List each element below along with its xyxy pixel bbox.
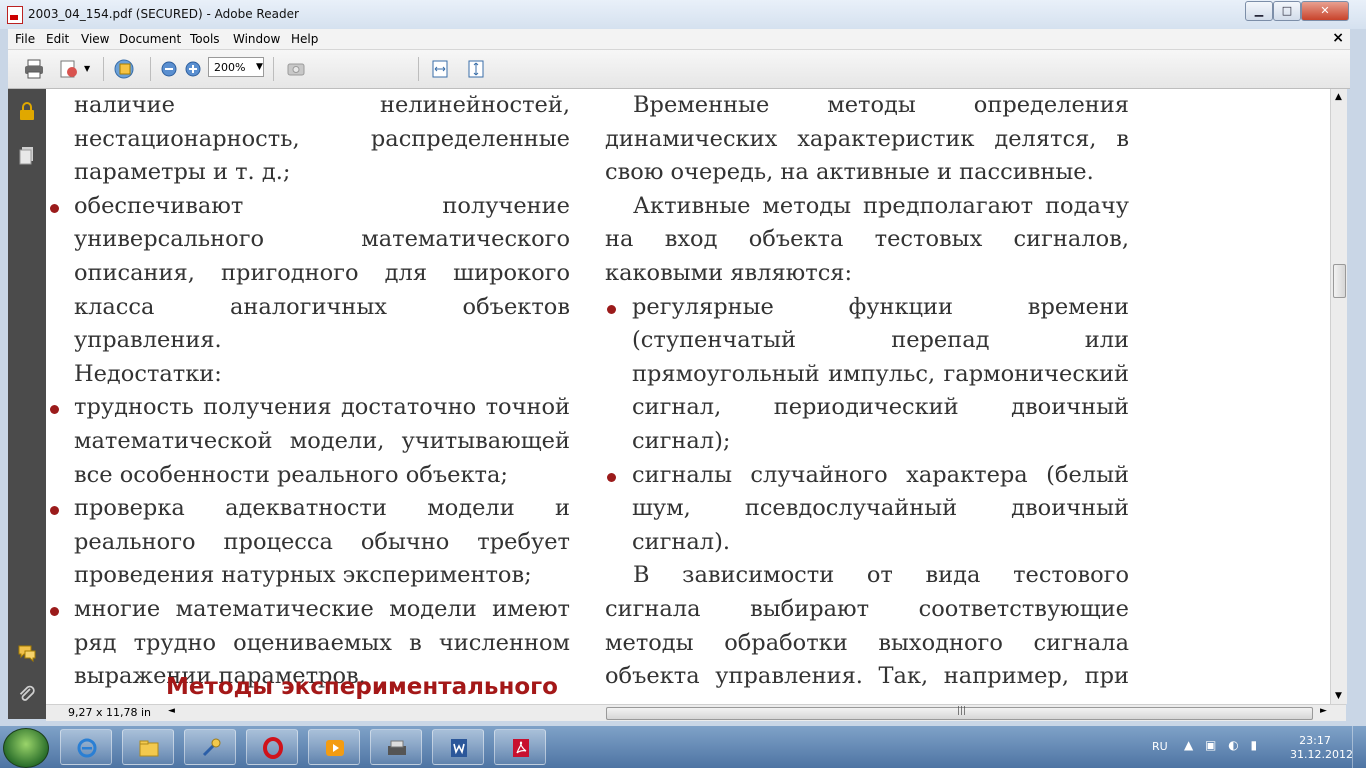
document-close-icon[interactable]: × [1332, 30, 1344, 46]
show-desktop-button[interactable] [1352, 726, 1366, 768]
taskbar-tools-app[interactable] [184, 729, 236, 765]
start-button[interactable] [3, 728, 49, 768]
clock-time: 23:17 [1299, 734, 1331, 747]
word-icon [451, 739, 467, 757]
page-size-label: 9,27 x 11,78 in [68, 706, 152, 719]
text-paragraph: Активные методы предполагают подачу на в… [605, 192, 1129, 286]
toolbar-separator [273, 57, 274, 81]
document-page[interactable]: наличие нелинейностей, нестационарность,… [46, 89, 1330, 704]
toolbar: ▼ 200% ▼ [8, 50, 1350, 89]
menu-view[interactable]: View [81, 32, 109, 46]
scroll-up-icon[interactable]: ▲ [1335, 92, 1342, 102]
menu-tools[interactable]: Tools [190, 32, 220, 46]
zoom-in-icon[interactable] [182, 58, 204, 80]
tools-icon [202, 738, 221, 757]
clock[interactable]: 23:17 31.12.2012 [1290, 734, 1353, 762]
text-paragraph: В зависимости от вида тестового сигнала … [605, 562, 1129, 704]
list-item: сигналы случайного характера (белый шум,… [605, 459, 1129, 560]
taskbar-opera[interactable] [246, 729, 298, 765]
clock-date: 31.12.2012 [1290, 748, 1353, 761]
status-bar: 9,27 x 11,78 in ◄ ||| ► [46, 704, 1346, 721]
comments-icon[interactable] [17, 643, 37, 663]
menu-file[interactable]: File [15, 32, 35, 46]
taskbar-word[interactable] [432, 729, 484, 765]
title-bar: 2003_04_154.pdf (SECURED) - Adobe Reader… [0, 0, 1366, 29]
menu-edit[interactable]: Edit [46, 32, 69, 46]
taskbar: RU ▲ ▣ ◐ ▮ 23:17 31.12.2012 [0, 726, 1366, 768]
print-icon[interactable] [23, 58, 45, 80]
text-paragraph: наличие нелинейностей, нестационарность,… [74, 92, 570, 186]
zoom-out-icon[interactable] [158, 58, 180, 80]
grip-icon: ||| [957, 706, 967, 716]
lock-icon[interactable] [17, 101, 37, 121]
chevron-down-icon[interactable]: ▼ [84, 64, 90, 73]
fit-page-icon[interactable] [465, 58, 487, 80]
snapshot-icon[interactable] [285, 58, 307, 80]
section-heading: Методы экспериментального [166, 674, 558, 700]
scanner-icon [388, 740, 406, 755]
system-tray-icons[interactable]: ▲ ▣ ◐ ▮ [1184, 738, 1261, 752]
taskbar-media-player[interactable] [308, 729, 360, 765]
scroll-left-icon[interactable]: ◄ [168, 706, 175, 716]
fit-width-icon[interactable] [429, 58, 451, 80]
toolbar-separator [150, 57, 151, 81]
taskbar-explorer[interactable] [122, 729, 174, 765]
paperclip-icon[interactable] [17, 685, 37, 705]
menu-help[interactable]: Help [291, 32, 318, 46]
left-column: наличие нелинейностей, нестационарность,… [50, 89, 570, 694]
media-player-icon [326, 740, 344, 756]
toolbar-separator [418, 57, 419, 81]
list-item: трудность получения достаточно точной ма… [50, 391, 570, 492]
attach-doc-icon[interactable] [58, 58, 80, 80]
window-title: 2003_04_154.pdf (SECURED) - Adobe Reader [28, 7, 299, 21]
taskbar-scanner[interactable] [370, 729, 422, 765]
right-column: Временные методы определения динамически… [605, 89, 1129, 704]
collaborate-icon[interactable] [113, 58, 135, 80]
language-indicator[interactable]: RU [1152, 740, 1168, 753]
text-paragraph: Временные методы определения динамически… [605, 92, 1129, 186]
scroll-right-icon[interactable]: ► [1320, 706, 1327, 716]
scroll-down-icon[interactable]: ▼ [1335, 691, 1342, 701]
opera-icon [263, 737, 283, 759]
disadvantages-label: Недостатки: [74, 360, 222, 387]
maximize-button[interactable]: □ [1273, 1, 1301, 21]
toolbar-separator [103, 57, 104, 81]
pages-icon[interactable] [17, 145, 37, 165]
close-button[interactable]: ✕ [1301, 1, 1349, 21]
menu-window[interactable]: Window [233, 32, 280, 46]
vertical-scroll-thumb[interactable] [1333, 264, 1346, 298]
list-item: регулярные функции времени (ступенчатый … [605, 291, 1129, 459]
minimize-button[interactable]: ▁ [1245, 1, 1273, 21]
list-item: обеспечивают получение универсального ма… [50, 190, 570, 358]
navigation-sidebar [8, 89, 46, 719]
list-item: проверка адекватности модели и реального… [50, 492, 570, 593]
adobe-reader-icon [513, 739, 529, 757]
internet-explorer-icon [77, 738, 97, 758]
pdf-file-icon [7, 6, 23, 24]
folder-icon [139, 740, 159, 757]
taskbar-internet-explorer[interactable] [60, 729, 112, 765]
horizontal-scroll-thumb[interactable]: ||| [606, 706, 1313, 720]
taskbar-adobe-reader[interactable] [494, 729, 546, 765]
vertical-scrollbar[interactable]: ▲ ▼ [1330, 89, 1347, 704]
zoom-dropdown-icon[interactable]: ▼ [256, 62, 263, 72]
menu-document[interactable]: Document [119, 32, 181, 46]
menu-bar: File Edit View Document Tools Window Hel… [8, 29, 1350, 50]
